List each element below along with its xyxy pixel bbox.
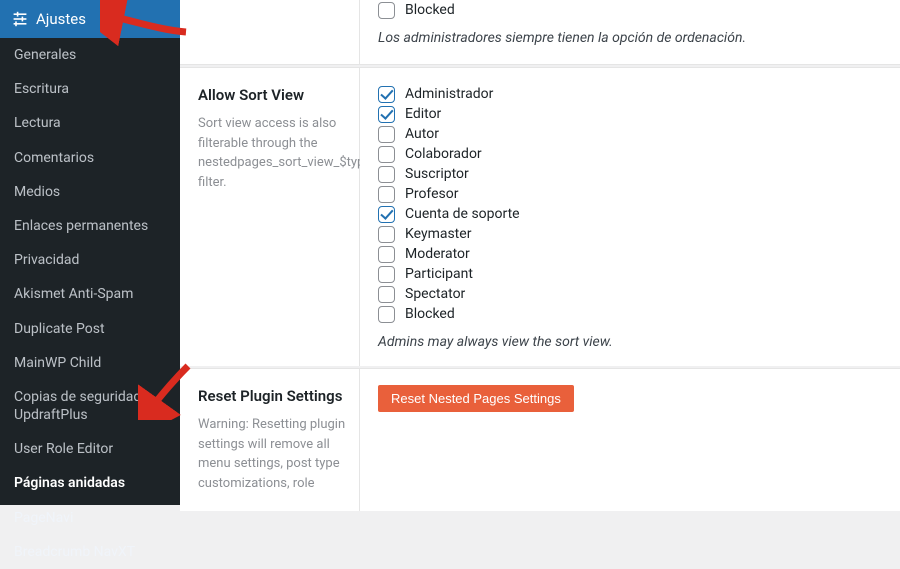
role-label: Spectator	[405, 286, 465, 302]
sidebar-item-duplicate-post[interactable]: Duplicate Post	[0, 312, 180, 346]
admin-sidebar: Ajustes GeneralesEscrituraLecturaComenta…	[0, 0, 180, 505]
role-checkbox-row: Colaborador	[378, 144, 882, 164]
role-checkbox[interactable]	[378, 206, 395, 223]
role-label: Blocked	[405, 2, 455, 18]
role-checkbox[interactable]	[378, 146, 395, 163]
sliders-icon	[12, 11, 28, 27]
sidebar-settings-parent[interactable]: Ajustes	[0, 0, 180, 38]
role-checkbox[interactable]	[378, 166, 395, 183]
sidebar-item-lectura[interactable]: Lectura	[0, 106, 180, 140]
allow-sort-view-title: Allow Sort View	[198, 86, 347, 104]
role-checkbox-row: Administrador	[378, 84, 882, 104]
allow-sort-view-section: Allow Sort View Sort view access is also…	[180, 67, 900, 366]
role-label: Colaborador	[405, 146, 482, 162]
reset-plugin-title: Reset Plugin Settings	[198, 387, 347, 405]
role-checkbox-row: Suscriptor	[378, 164, 882, 184]
role-checkbox-row: Editor	[378, 104, 882, 124]
sidebar-item-generales[interactable]: Generales	[0, 38, 180, 72]
role-checkbox-row: Profesor	[378, 184, 882, 204]
sidebar-item-enlaces-permanentes[interactable]: Enlaces permanentes	[0, 209, 180, 243]
role-label: Keymaster	[405, 226, 471, 242]
sidebar-submenu: GeneralesEscrituraLecturaComentariosMedi…	[0, 38, 180, 569]
role-checkbox-row: Autor	[378, 124, 882, 144]
role-checkbox[interactable]	[378, 126, 395, 143]
role-checkbox[interactable]	[378, 2, 395, 19]
sidebar-item-privacidad[interactable]: Privacidad	[0, 243, 180, 277]
sidebar-item-medios[interactable]: Medios	[0, 175, 180, 209]
sidebar-item-p-ginas-anidadas[interactable]: Páginas anidadas	[0, 466, 180, 500]
role-checkbox-row: Participant	[378, 264, 882, 284]
role-checkbox[interactable]	[378, 86, 395, 103]
sidebar-settings-label: Ajustes	[36, 10, 86, 28]
role-label: Autor	[405, 126, 439, 142]
role-checkbox-row: Cuenta de soporte	[378, 204, 882, 224]
sidebar-item-escritura[interactable]: Escritura	[0, 72, 180, 106]
role-label: Administrador	[405, 86, 493, 102]
role-checkbox-row: Spectator	[378, 284, 882, 304]
sidebar-item-mainwp-child[interactable]: MainWP Child	[0, 346, 180, 380]
reset-nested-pages-button[interactable]: Reset Nested Pages Settings	[378, 385, 574, 412]
role-label: Moderator	[405, 246, 470, 262]
sidebar-item-breadcrumb-navxt[interactable]: Breadcrumb NavXT	[0, 535, 180, 569]
prev-section-tail: Blocked Los administradores siempre tien…	[180, 0, 900, 65]
role-checkbox[interactable]	[378, 286, 395, 303]
sidebar-item-user-role-editor[interactable]: User Role Editor	[0, 432, 180, 466]
sidebar-item-pagenavi[interactable]: PageNavi	[0, 501, 180, 535]
role-label: Participant	[405, 266, 473, 282]
role-label: Suscriptor	[405, 166, 469, 182]
allow-sort-view-desc: Sort view access is also filterable thro…	[198, 114, 347, 192]
role-checkbox-row: Moderator	[378, 244, 882, 264]
role-checkbox[interactable]	[378, 186, 395, 203]
role-checkbox[interactable]	[378, 246, 395, 263]
role-checkbox[interactable]	[378, 306, 395, 323]
sidebar-item-copias-de-seguridad-updraftplus[interactable]: Copias de seguridad UpdraftPlus	[0, 380, 180, 432]
reset-plugin-desc: Warning: Resetting plugin settings will …	[198, 415, 347, 493]
role-checkbox-row: Blocked	[378, 0, 882, 20]
allow-sort-view-note: Admins may always view the sort view.	[378, 334, 882, 350]
role-label: Cuenta de soporte	[405, 206, 520, 222]
role-checkbox-row: Keymaster	[378, 224, 882, 244]
reset-plugin-section: Reset Plugin Settings Warning: Resetting…	[180, 368, 900, 511]
sidebar-item-comentarios[interactable]: Comentarios	[0, 141, 180, 175]
role-checkbox[interactable]	[378, 106, 395, 123]
role-checkbox[interactable]	[378, 266, 395, 283]
role-checkbox-row: Blocked	[378, 304, 882, 324]
role-label: Editor	[405, 106, 441, 122]
prev-section-note: Los administradores siempre tienen la op…	[378, 30, 882, 46]
role-checkbox[interactable]	[378, 226, 395, 243]
settings-content: Blocked Los administradores siempre tien…	[180, 0, 900, 505]
role-label: Blocked	[405, 306, 455, 322]
role-label: Profesor	[405, 186, 459, 202]
sidebar-item-akismet-anti-spam[interactable]: Akismet Anti-Spam	[0, 277, 180, 311]
